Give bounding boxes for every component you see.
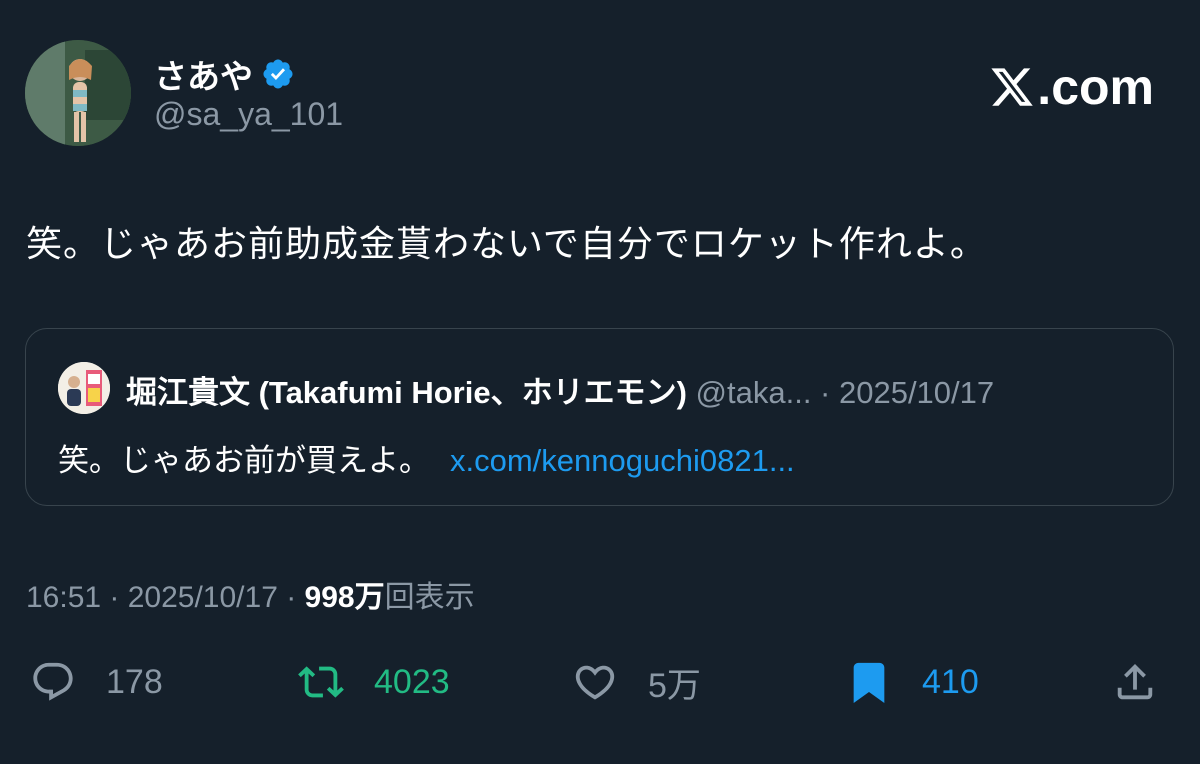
action-bar: 178 4023 5万 410 — [0, 652, 1200, 712]
quote-link[interactable]: x.com/kennoguchi0821... — [450, 443, 795, 478]
quote-author-name[interactable]: 堀江貴文 (Takafumi Horie、ホリエモン) — [126, 375, 687, 410]
x-logo: .com — [989, 58, 1154, 116]
quote-text: 笑。じゃあお前が買えよ。 — [58, 443, 430, 478]
heart-icon — [575, 665, 615, 700]
quoted-tweet-card[interactable]: 堀江貴文 (Takafumi Horie、ホリエモン) @taka... · 2… — [25, 328, 1174, 506]
quote-meta: @taka... · 2025/10/17 — [695, 375, 995, 410]
author-handle[interactable]: @sa_ya_101 — [154, 96, 343, 133]
share-button[interactable] — [1112, 652, 1158, 712]
author-name[interactable]: さあや — [154, 50, 253, 98]
like-count: 5万 — [648, 666, 701, 705]
views-label: 回表示 — [384, 581, 475, 614]
quote-header: 堀江貴文 (Takafumi Horie、ホリエモン) @taka... · 2… — [126, 367, 994, 412]
author-avatar[interactable] — [25, 40, 131, 146]
tweet-meta: 16:51 · 2025/10/17 · 998万回表示 — [26, 572, 475, 616]
reply-button[interactable]: 178 — [30, 652, 163, 712]
reply-icon — [33, 662, 73, 701]
tweet-text: 笑。じゃあお前助成金貰わないで自分でロケット作れよ。 — [26, 223, 987, 264]
retweet-icon — [298, 666, 344, 698]
like-button[interactable]: 5万 — [572, 652, 701, 712]
views-count: 998万 — [304, 581, 385, 614]
bookmark-count: 410 — [922, 662, 979, 701]
reply-count: 178 — [106, 662, 163, 701]
x-icon — [991, 68, 1034, 106]
share-icon — [1117, 663, 1153, 700]
retweet-count: 4023 — [374, 662, 450, 701]
quote-author-avatar — [58, 362, 110, 414]
x-logo-text: .com — [1037, 59, 1154, 115]
quote-body: 笑。じゃあお前が買えよ。 x.com/kennoguchi0821... — [58, 435, 795, 480]
tweet-timestamp[interactable]: 16:51 · 2025/10/17 · — [26, 581, 305, 614]
retweet-button[interactable]: 4023 — [298, 652, 450, 712]
bookmark-icon — [853, 662, 885, 703]
author-name-row[interactable]: さあや — [154, 50, 295, 98]
bookmark-button[interactable]: 410 — [846, 652, 979, 712]
verified-badge-icon — [261, 57, 295, 91]
